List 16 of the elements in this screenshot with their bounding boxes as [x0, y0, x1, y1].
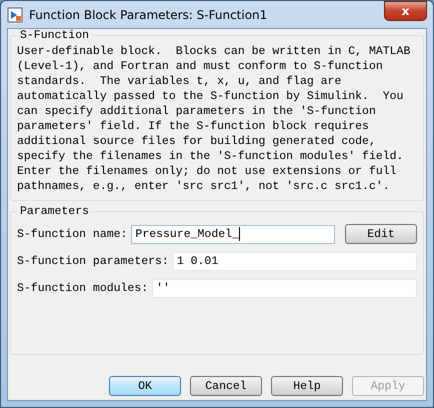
group-title: S-Function [19, 29, 90, 42]
input-field[interactable]: '' [152, 279, 417, 298]
block-icon [7, 6, 23, 22]
field-label: S-function parameters: [17, 255, 169, 268]
description-text: User-definable block. Blocks can be written in C, MATLAB (Level-1), and Fortran and must conform to S-function standards. The variables t, x, u, and flag are automatically passed to the S-function by Simulink. You can specify additional parameters in the 'S-function parameters' field. If the S-function block requires additional source files for building generated code, specify the filenames in the 'S-function modules' field. Enter the filenames only; do not use extensions or full pathnames, e.g., enter 'src src1', not 'src.c src1.c'. [17, 44, 412, 194]
group-title: Parameters [19, 205, 90, 218]
field-label: S-function name: [17, 228, 128, 240]
edit-button[interactable]: Edit [345, 224, 417, 244]
window-title: Function Block Parameters: S-Function1 [29, 8, 268, 22]
dialog-button[interactable]: Cancel [190, 376, 262, 396]
input-field[interactable]: Pressure_Model_ [131, 224, 335, 244]
input-field[interactable]: 1 0.01 [172, 252, 417, 271]
dialog-button[interactable]: Help [271, 376, 343, 396]
dialog-button[interactable]: OK [109, 376, 181, 396]
close-button[interactable]: x [384, 1, 427, 21]
field-label: S-function modules: [17, 282, 148, 295]
